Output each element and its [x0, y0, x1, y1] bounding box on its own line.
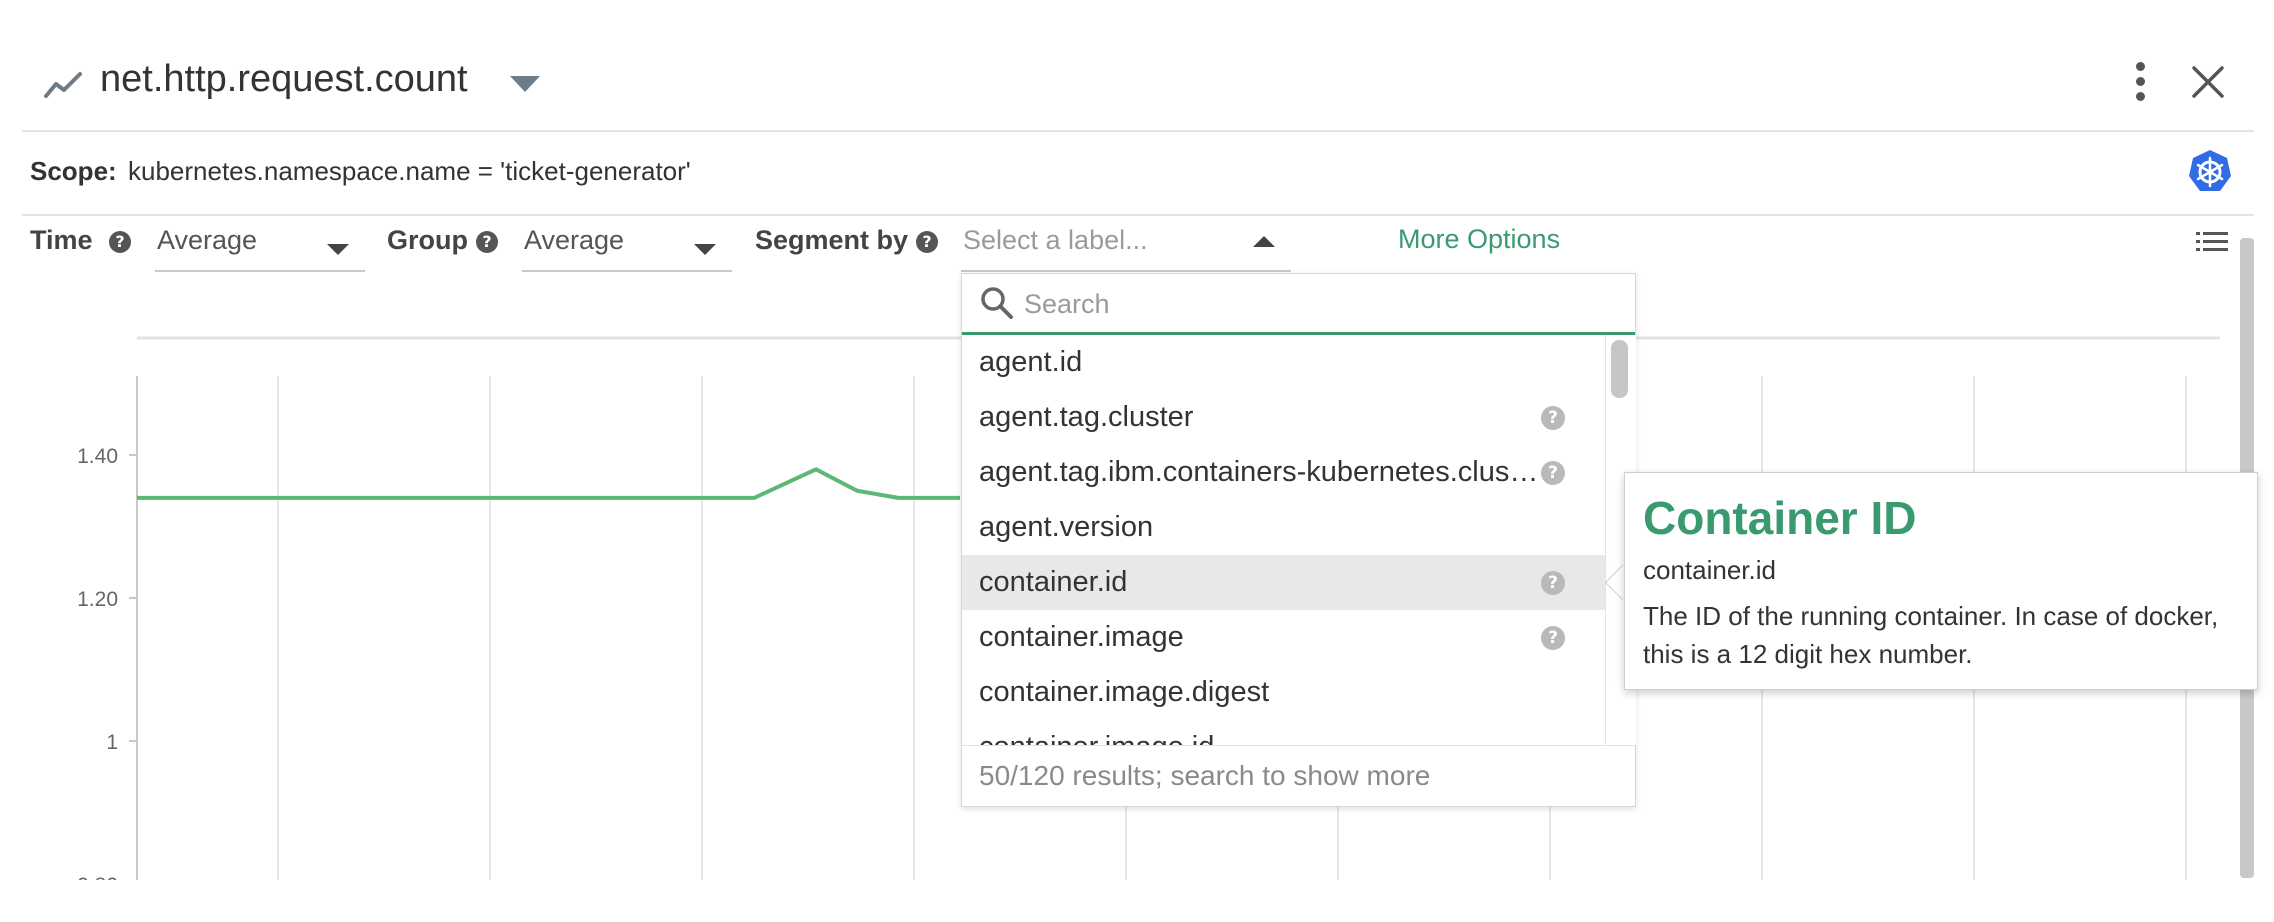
close-icon[interactable] — [2190, 64, 2226, 100]
label-tooltip: Container ID container.id The ID of the … — [1624, 472, 2258, 690]
y-tick-label: 1.20 — [77, 588, 118, 611]
panel-header: net.http.request.count — [0, 0, 2274, 130]
header-divider — [22, 130, 2254, 132]
list-item[interactable]: agent.tag.cluster? — [962, 390, 1605, 445]
help-icon[interactable]: ? — [1541, 406, 1565, 430]
line-chart-icon — [44, 72, 82, 98]
list-item[interactable]: container.image? — [962, 610, 1605, 665]
segment-by-placeholder: Select a label... — [963, 225, 1148, 255]
search-input[interactable] — [1022, 284, 1606, 324]
time-help-icon[interactable]: ? — [109, 231, 131, 253]
list-item-label: container.image.id — [979, 720, 1214, 745]
dropdown-footer: 50/120 results; search to show more — [962, 745, 1635, 807]
search-icon — [981, 287, 1013, 319]
scope-label: Scope: — [30, 156, 117, 186]
list-item-label: agent.version — [979, 511, 1154, 543]
list-item[interactable]: container.id? — [962, 555, 1605, 610]
list-item-label: container.image — [979, 621, 1184, 653]
kubernetes-icon[interactable] — [2186, 148, 2234, 196]
metric-title: net.http.request.count — [100, 58, 468, 100]
dropdown-scroll-thumb[interactable] — [1611, 340, 1628, 398]
segment-help-icon[interactable]: ? — [916, 231, 938, 253]
list-item-label: agent.tag.cluster — [979, 401, 1194, 433]
group-select[interactable]: Average — [522, 222, 732, 272]
scope-value[interactable]: kubernetes.namespace.name = 'ticket-gene… — [128, 156, 691, 187]
y-tick-label: 1.40 — [77, 445, 118, 468]
y-tick-label: 0.80 — [77, 874, 118, 880]
time-label: Time — [30, 225, 93, 255]
list-icon[interactable] — [2196, 230, 2228, 254]
help-icon[interactable]: ? — [1541, 571, 1565, 595]
group-help-icon[interactable]: ? — [476, 231, 498, 253]
caret-down-icon — [327, 244, 349, 255]
more-options-link[interactable]: More Options — [1398, 224, 1560, 255]
caret-up-icon — [1253, 236, 1275, 247]
tooltip-subtitle: container.id — [1643, 555, 1776, 585]
segment-dropdown: agent.idagent.tag.cluster?agent.tag.ibm.… — [961, 273, 1636, 807]
results-count: 50/120 results; search to show more — [979, 760, 1431, 791]
list-item[interactable]: container.image.digest — [962, 665, 1605, 720]
list-item[interactable]: agent.tag.ibm.containers-kubernetes.clus… — [962, 445, 1605, 500]
group-label: Group — [387, 225, 468, 255]
y-tick-label: 1 — [106, 731, 118, 754]
list-item[interactable]: container.image.id — [962, 720, 1605, 745]
tooltip-title: Container ID — [1643, 492, 1917, 544]
list-item[interactable]: agent.id — [962, 335, 1605, 390]
metric-caret-down-icon[interactable] — [510, 76, 540, 92]
segment-by-label: Segment by — [755, 225, 909, 255]
group-select-value: Average — [524, 225, 625, 255]
time-select-value: Average — [157, 225, 258, 255]
list-item-label: agent.id — [979, 346, 1083, 378]
list-item-label: agent.tag.ibm.containers-kubernetes.clus… — [979, 456, 1539, 488]
label-list: agent.id agent.tag.cluster? agent.tag.ibm.… — [962, 335, 1605, 745]
tooltip-description: The ID of the running container. In case… — [1643, 601, 2219, 669]
caret-down-icon — [694, 244, 716, 255]
segment-by-select[interactable]: Select a label... — [961, 222, 1291, 272]
scope-divider — [22, 214, 2254, 216]
series-line — [137, 467, 960, 500]
help-icon[interactable]: ? — [1541, 626, 1565, 650]
dropdown-search — [962, 274, 1635, 335]
time-select[interactable]: Average — [155, 222, 365, 272]
list-item-label: container.id — [979, 566, 1128, 598]
list-item-label: container.image.digest — [979, 676, 1270, 708]
list-item[interactable]: agent.version — [962, 500, 1605, 555]
kebab-menu-icon[interactable] — [2130, 62, 2150, 106]
help-icon[interactable]: ? — [1541, 461, 1565, 485]
